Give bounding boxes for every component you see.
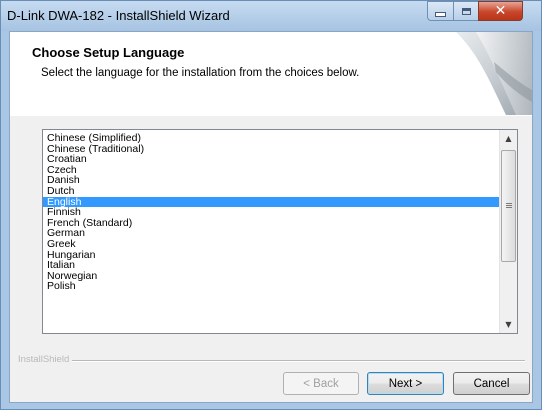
window-title: D-Link DWA-182 - InstallShield Wizard (7, 8, 230, 23)
maximize-icon (461, 7, 471, 15)
close-icon: ✕ (494, 3, 507, 19)
language-list-item[interactable]: English (43, 196, 501, 208)
maximize-button[interactable] (453, 1, 479, 21)
scroll-down-arrow-icon[interactable]: ▼ (500, 316, 517, 333)
language-list-item[interactable]: Dutch (43, 186, 501, 197)
language-list-item[interactable]: Hungarian (43, 249, 501, 261)
close-button[interactable]: ✕ (478, 1, 523, 21)
language-list-item[interactable]: Czech (43, 165, 501, 176)
footer-divider (70, 360, 525, 362)
language-list-item[interactable]: French (Standard) (43, 218, 501, 229)
minimize-button[interactable] (427, 1, 454, 21)
language-list-item[interactable]: Italian (43, 260, 501, 271)
minimize-icon (435, 11, 446, 17)
wizard-header: Choose Setup Language Select the languag… (10, 32, 532, 116)
installshield-wizard-window: D-Link DWA-182 - InstallShield Wizard ✕ … (0, 0, 542, 410)
wizard-client-area: Choose Setup Language Select the languag… (9, 31, 533, 403)
scroll-up-arrow-icon[interactable]: ▲ (500, 130, 517, 147)
installshield-brand-label: InstallShield (18, 354, 73, 365)
language-list-item[interactable]: Chinese (Traditional) (43, 143, 501, 155)
cancel-button[interactable]: Cancel (453, 372, 530, 395)
scrollbar-thumb[interactable] (501, 150, 516, 262)
language-list-item[interactable]: Norwegian (43, 271, 501, 282)
header-swoosh-graphic (456, 32, 532, 115)
scrollbar-grip-icon (505, 203, 512, 209)
page-title: Choose Setup Language (32, 45, 185, 60)
header-divider (10, 115, 532, 116)
language-list-item[interactable]: Greek (43, 239, 501, 250)
title-bar[interactable]: D-Link DWA-182 - InstallShield Wizard ✕ (1, 1, 541, 31)
language-list-item[interactable]: Polish (43, 281, 501, 292)
language-list-item[interactable]: Danish (43, 175, 501, 186)
language-list-item[interactable]: Chinese (Simplified) (43, 133, 501, 144)
language-list-item[interactable]: Croatian (43, 154, 501, 165)
language-list-item[interactable]: German (43, 228, 501, 239)
back-button[interactable]: < Back (283, 372, 359, 395)
language-listbox[interactable]: Chinese (Simplified) Chinese (Traditional… (42, 129, 518, 334)
page-subtitle: Select the language for the installation… (41, 67, 360, 79)
language-list: Chinese (Simplified) Chinese (Traditional… (43, 133, 501, 292)
listbox-scrollbar[interactable]: ▲ ▼ (499, 130, 517, 333)
next-button[interactable]: Next > (367, 372, 444, 395)
